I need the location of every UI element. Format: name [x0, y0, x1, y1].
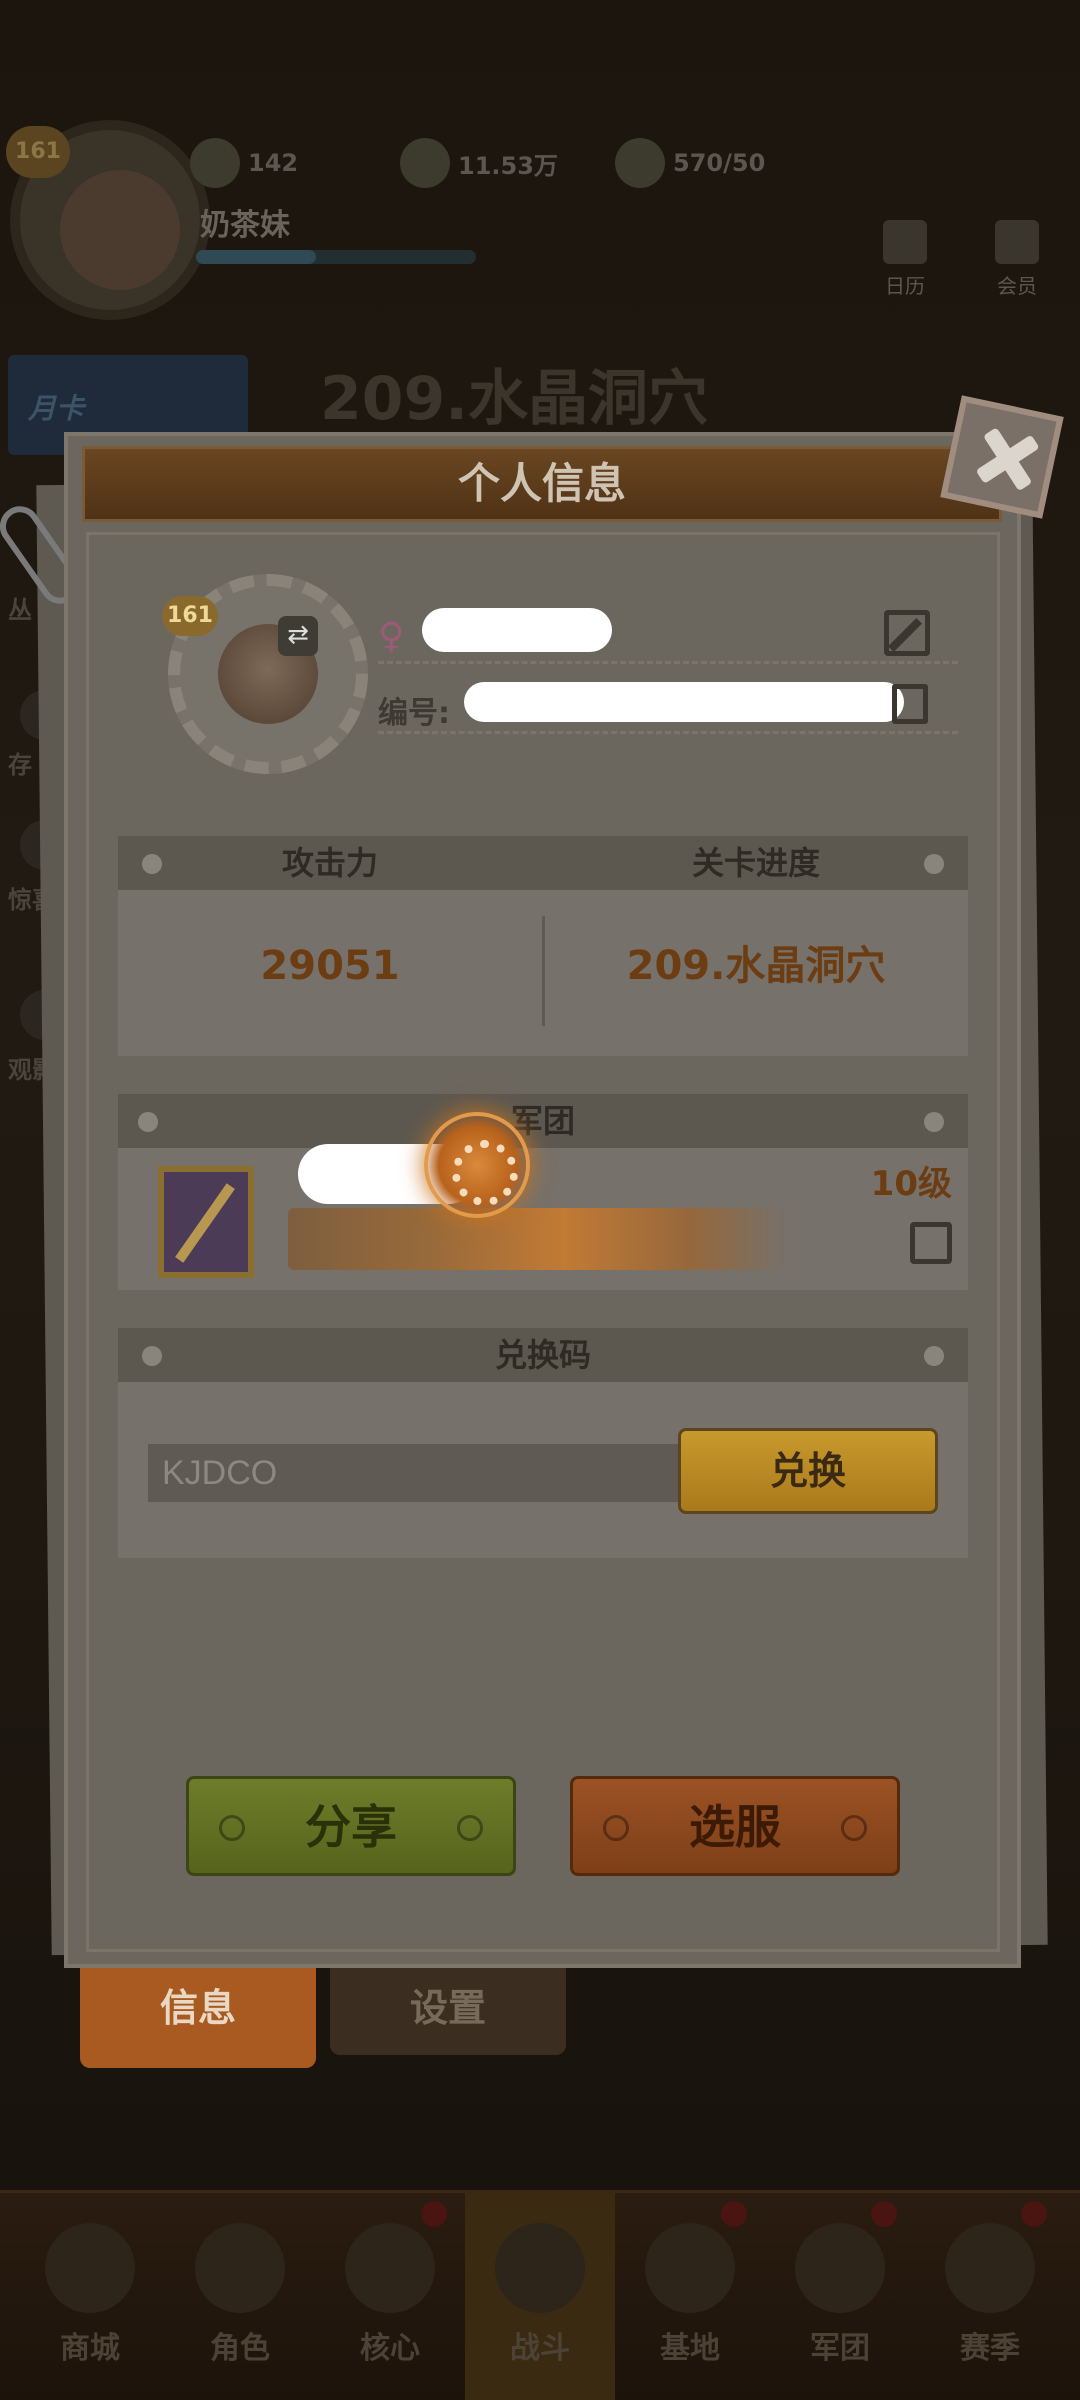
profile-modal: 个人信息 161 ⇄ ♀ 编号: 攻击力 关卡进度 29051 209.水晶洞穴…	[64, 432, 1021, 1968]
close-button[interactable]	[940, 395, 1064, 519]
core-icon	[345, 2223, 435, 2313]
meat-icon	[615, 138, 665, 188]
nav-character[interactable]: 角色	[165, 2193, 315, 2400]
gold-coin-icon	[400, 138, 450, 188]
progress-label: 关卡进度	[691, 844, 820, 882]
stage-title: 209.水晶洞穴	[320, 364, 709, 434]
profile-id-row: 编号:	[378, 676, 958, 734]
nav-shop[interactable]: 商城	[15, 2193, 165, 2400]
nav-battle[interactable]: 战斗	[465, 2193, 615, 2400]
redeem-header: 兑换码	[118, 1328, 968, 1382]
base-icon	[645, 2223, 735, 2313]
swap-avatar-icon[interactable]: ⇄	[278, 616, 318, 656]
nav-guild[interactable]: 军团	[765, 2193, 915, 2400]
player-level-badge: 161	[6, 126, 70, 178]
redeem-button[interactable]: 兑换	[678, 1428, 938, 1514]
character-icon	[195, 2223, 285, 2313]
player-name: 奶茶妹	[200, 208, 290, 243]
nav-core[interactable]: 核心	[315, 2193, 465, 2400]
gold-resource[interactable]: 11.53万	[400, 138, 558, 188]
redacted-guild-info	[288, 1208, 788, 1270]
vip-button[interactable]: 会员	[982, 220, 1052, 299]
share-button[interactable]: 分享	[186, 1776, 516, 1876]
tab-info[interactable]: 信息	[80, 1960, 316, 2068]
loading-gear-icon	[424, 1112, 530, 1218]
crown-icon	[995, 220, 1039, 264]
guild-level: 10级	[870, 1164, 952, 1204]
copy-id-icon[interactable]	[892, 684, 928, 724]
battle-icon	[495, 2223, 585, 2313]
guild-label: 军团	[510, 1102, 575, 1140]
profile-level-badge: 161	[162, 596, 218, 636]
xp-bar	[196, 250, 476, 264]
modal-title: 个人信息	[457, 459, 626, 508]
nav-season[interactable]: 赛季	[915, 2193, 1065, 2400]
season-icon	[945, 2223, 1035, 2313]
profile-name-row: ♀	[378, 606, 958, 664]
attack-value: 29051	[260, 943, 400, 989]
gold-value: 11.53万	[458, 151, 558, 180]
stats-header: 攻击力 关卡进度	[118, 836, 968, 890]
guild-panel: 军团 10级	[118, 1094, 968, 1290]
select-server-button[interactable]: 选服	[570, 1776, 900, 1876]
gem-value: 142	[248, 149, 299, 177]
shop-icon	[45, 2223, 135, 2313]
attack-label: 攻击力	[281, 844, 378, 882]
redeem-panel: 兑换码 兑换	[118, 1328, 968, 1558]
calendar-button[interactable]: 日历	[870, 220, 940, 299]
guild-emblem-icon[interactable]	[158, 1166, 254, 1278]
tab-settings[interactable]: 设置	[330, 1960, 566, 2055]
gem-resource[interactable]: 142	[190, 138, 299, 188]
avatar-face	[60, 170, 180, 290]
guild-icon	[795, 2223, 885, 2313]
notification-dot	[1021, 2201, 1047, 2227]
meat-value: 570/50	[673, 149, 766, 177]
gem-icon	[190, 138, 240, 188]
meat-resource[interactable]: 570/50	[615, 138, 766, 188]
top-bar: 161 142 11.53万 570/50 奶茶妹 日历 会员	[0, 100, 1080, 330]
modal-header: 个人信息	[82, 446, 1002, 522]
id-label: 编号:	[378, 696, 450, 731]
redeem-label: 兑换码	[494, 1336, 591, 1374]
notification-dot	[871, 2201, 897, 2227]
redeem-code-input[interactable]	[148, 1444, 678, 1502]
redacted-id	[464, 682, 904, 722]
edit-name-icon[interactable]	[884, 610, 930, 656]
guild-header: 军团	[118, 1094, 968, 1148]
nav-base[interactable]: 基地	[615, 2193, 765, 2400]
calendar-icon	[883, 220, 927, 264]
guild-list-icon[interactable]	[910, 1222, 952, 1264]
notification-dot	[721, 2201, 747, 2227]
female-icon: ♀	[378, 616, 405, 657]
progress-value: 209.水晶洞穴	[626, 943, 886, 989]
redacted-name	[422, 608, 612, 652]
stats-panel: 攻击力 关卡进度 29051 209.水晶洞穴	[118, 836, 968, 1056]
bottom-nav: 商城 角色 核心 战斗 基地 军团 赛季	[0, 2190, 1080, 2400]
notification-dot	[421, 2201, 447, 2227]
